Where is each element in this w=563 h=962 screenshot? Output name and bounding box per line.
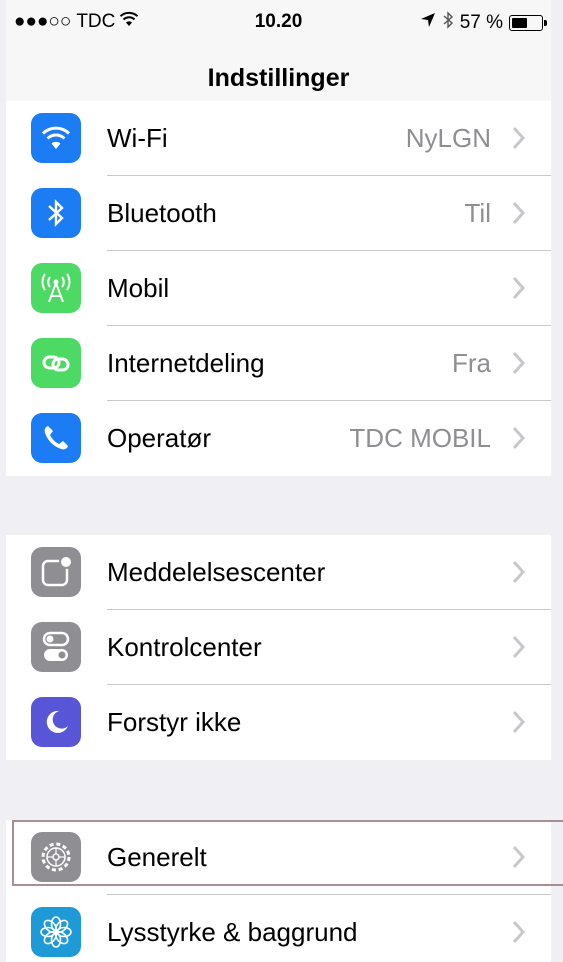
chevron-right-icon xyxy=(512,845,526,869)
settings-row-do-not-disturb[interactable]: Forstyr ikke xyxy=(6,685,551,760)
chevron-right-icon xyxy=(512,351,526,375)
bluetooth-icon xyxy=(442,11,454,35)
settings-screen: ●●●○○ TDC 10.20 57 % Indstillinger Wi-Fi… xyxy=(6,0,551,962)
notification-center-icon xyxy=(31,547,81,597)
settings-row-wifi[interactable]: Wi-Fi NyLGN xyxy=(6,101,551,176)
chevron-right-icon xyxy=(512,635,526,659)
battery-level xyxy=(512,18,528,28)
settings-row-brightness-wallpaper[interactable]: Lysstyrke & baggrund xyxy=(6,895,551,962)
settings-row-label: Kontrolcenter xyxy=(107,632,262,662)
chevron-right-icon xyxy=(512,126,526,150)
settings-row-label: Mobil xyxy=(107,273,170,303)
settings-row-notification-center[interactable]: Meddelelsescenter xyxy=(6,535,551,610)
flower-icon xyxy=(31,907,81,957)
chevron-right-icon xyxy=(512,710,526,734)
status-bar: ●●●○○ TDC 10.20 57 % xyxy=(6,0,551,44)
bluetooth-icon xyxy=(31,188,81,238)
settings-row-mobile[interactable]: Mobil xyxy=(6,251,551,326)
settings-row-label: Generelt xyxy=(107,842,207,872)
gear-icon xyxy=(31,832,81,882)
location-arrow-icon xyxy=(420,12,436,34)
antenna-icon xyxy=(31,263,81,313)
settings-row-label: Wi-Fi xyxy=(107,123,168,153)
settings-row-label: Operatør xyxy=(107,423,212,453)
chevron-right-icon xyxy=(512,560,526,584)
settings-group-general: Generelt Lysstyrke & baggrund xyxy=(6,820,551,962)
control-center-icon xyxy=(31,622,81,672)
settings-row-bluetooth[interactable]: Bluetooth Til xyxy=(6,176,551,251)
settings-row-general[interactable]: Generelt xyxy=(6,820,551,895)
settings-row-label: Meddelelsescenter xyxy=(107,557,326,587)
settings-row-value: Til xyxy=(464,198,491,228)
page-title: Indstillinger xyxy=(207,64,350,92)
settings-row-label: Bluetooth xyxy=(107,198,217,228)
settings-row-personal-hotspot[interactable]: Internetdeling Fra xyxy=(6,326,551,401)
phone-icon xyxy=(31,413,81,463)
settings-row-carrier[interactable]: Operatør TDC MOBIL xyxy=(6,401,551,476)
settings-row-label: Internetdeling xyxy=(107,348,265,378)
chevron-right-icon xyxy=(512,201,526,225)
battery-percent: 57 % xyxy=(459,12,503,33)
chevron-right-icon xyxy=(512,426,526,450)
chevron-right-icon xyxy=(512,276,526,300)
settings-group-connectivity: Wi-Fi NyLGN Bluetooth Til Mobil Internet… xyxy=(6,101,551,476)
moon-icon xyxy=(31,697,81,747)
settings-row-label: Forstyr ikke xyxy=(107,707,242,737)
battery-icon xyxy=(509,15,547,31)
settings-row-value: Fra xyxy=(452,348,491,378)
wifi-icon xyxy=(31,113,81,163)
chevron-right-icon xyxy=(512,920,526,944)
personal-hotspot-icon xyxy=(31,338,81,388)
settings-row-label: Lysstyrke & baggrund xyxy=(107,917,358,947)
settings-group-notifications: Meddelelsescenter Kontrolcenter Forstyr … xyxy=(6,535,551,760)
settings-row-control-center[interactable]: Kontrolcenter xyxy=(6,610,551,685)
settings-row-value: TDC MOBIL xyxy=(349,423,491,453)
settings-row-value: NyLGN xyxy=(405,123,491,153)
